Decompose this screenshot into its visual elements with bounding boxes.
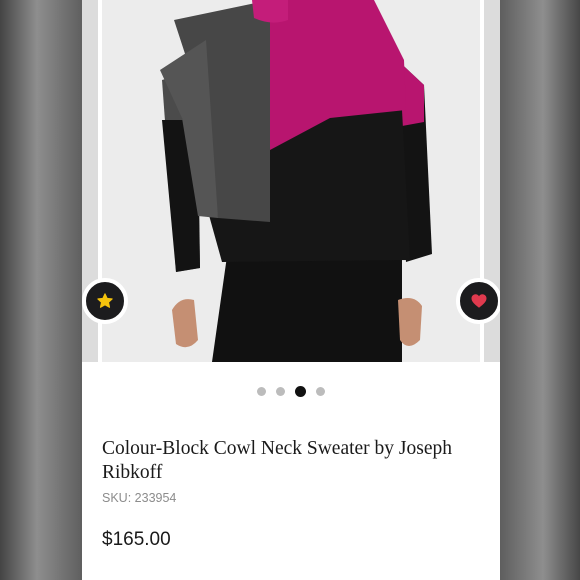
product-image[interactable] [102, 0, 480, 362]
carousel-dot-4[interactable] [316, 387, 325, 396]
product-card: Colour-Block Cowl Neck Sweater by Joseph… [82, 0, 500, 580]
product-price: $165.00 [102, 529, 171, 550]
image-carousel[interactable] [82, 0, 500, 362]
carousel-dot-2[interactable] [276, 387, 285, 396]
wishlist-heart-button[interactable] [456, 278, 500, 324]
sweater-photo [102, 0, 480, 362]
product-sku: SKU: 233954 [102, 491, 176, 505]
sku-label: SKU: [102, 491, 132, 505]
heart-icon [471, 294, 487, 308]
product-title: Colour-Block Cowl Neck Sweater by Joseph… [102, 438, 453, 483]
carousel-pagination [82, 386, 500, 397]
backdrop-right [498, 0, 580, 580]
favorite-star-button[interactable] [82, 278, 128, 324]
sku-value: 233954 [134, 491, 177, 505]
carousel-dot-3-active[interactable] [295, 386, 306, 397]
backdrop-left [0, 0, 82, 580]
carousel-dot-1[interactable] [257, 387, 266, 396]
star-icon [97, 293, 113, 308]
